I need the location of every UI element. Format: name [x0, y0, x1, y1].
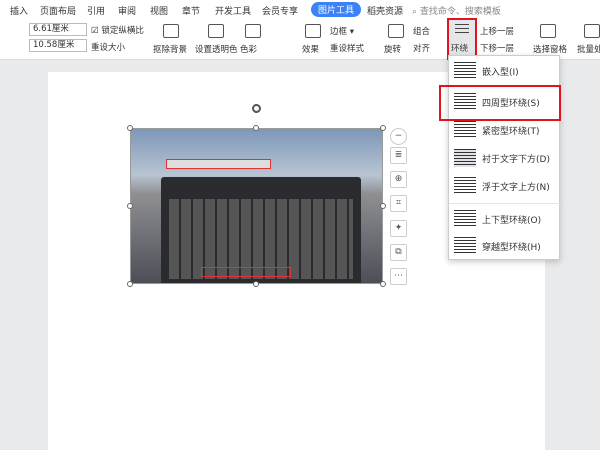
color-button[interactable]: 色彩 — [240, 43, 257, 55]
tab-insert[interactable]: 插入 — [10, 4, 28, 17]
search-box[interactable]: ⌕ 查找命令、搜索模板 — [412, 4, 501, 17]
tab-view[interactable]: 视图 — [150, 4, 168, 17]
border-label: 边框 — [330, 27, 348, 37]
menu-label: 紧密型环绕(T) — [482, 126, 540, 137]
resize-handle[interactable] — [253, 281, 259, 287]
tab-docer[interactable]: 稻壳资源 — [367, 4, 403, 17]
menu-label: 浮于文字上方(N) — [482, 182, 550, 193]
resize-handle[interactable] — [380, 125, 386, 131]
rotate-icon — [388, 24, 404, 38]
menu-item-behind-text[interactable]: 衬于文字下方(D) — [449, 145, 561, 171]
wrap-through-icon — [454, 237, 476, 255]
wrap-inline-icon — [454, 62, 476, 80]
rotate-button[interactable]: 旋转 — [384, 43, 401, 55]
height-input[interactable]: 10.58厘米 — [29, 39, 87, 52]
wrap-top-bottom-icon — [454, 210, 476, 228]
selection-pane-button[interactable]: 选择窗格 — [533, 43, 567, 55]
tab-developer[interactable]: 开发工具 — [215, 4, 251, 17]
more-icon[interactable]: ⋯ — [390, 268, 407, 285]
resize-handle[interactable] — [127, 281, 133, 287]
reset-size-button[interactable]: 重设大小 — [91, 41, 125, 53]
effects-button[interactable]: 效果 — [302, 43, 319, 55]
menu-item-in-front[interactable]: 浮于文字上方(N) — [449, 173, 561, 199]
transparent-icon — [208, 24, 224, 38]
lock-ratio-label: 锁定纵横比 — [101, 26, 144, 36]
selected-image[interactable] — [130, 128, 383, 284]
menu-label: 上下型环绕(O) — [482, 215, 542, 226]
tab-member[interactable]: 会员专享 — [262, 4, 298, 17]
collapse-icon[interactable]: − — [390, 128, 407, 145]
menu-item-through[interactable]: 穿越型环绕(H) — [449, 233, 561, 259]
set-transparent-button[interactable]: 设置透明色 — [195, 43, 238, 55]
resize-handle[interactable] — [127, 125, 133, 131]
align-button[interactable]: 对齐 — [413, 42, 430, 54]
zoom-icon[interactable]: ⊕ — [390, 171, 407, 188]
reset-size-label: 重设大小 — [91, 43, 126, 53]
resize-handle[interactable] — [253, 125, 259, 131]
replace-icon[interactable]: ⧉ — [390, 244, 407, 261]
menu-item-top-bottom[interactable]: 上下型环绕(O) — [449, 206, 561, 232]
reset-style-button[interactable]: 重设样式 — [330, 42, 364, 54]
tab-picture-tools[interactable]: 图片工具 — [311, 2, 362, 17]
ribbon: 6.61厘米 10.58厘米 ☑ 锁定纵横比 重设大小 抠除背景 设置透明色 色… — [0, 18, 600, 60]
menu-item-inline[interactable]: 嵌入型(I) — [449, 58, 561, 84]
square-wrap-highlight — [439, 85, 561, 121]
tab-review[interactable]: 审阅 — [118, 4, 136, 17]
resize-handle[interactable] — [127, 203, 133, 209]
bring-forward-button[interactable]: 上移一层 — [480, 25, 514, 37]
tab-bar: 插入 页面布局 引用 审阅 视图 章节 开发工具 会员专享 图片工具 稻壳资源 … — [0, 0, 600, 18]
effects-icon — [305, 24, 321, 38]
selection-pane-icon — [540, 24, 556, 38]
lock-ratio-checkbox[interactable]: ☑ 锁定纵横比 — [91, 24, 144, 36]
tab-chapter[interactable]: 章节 — [182, 4, 200, 17]
rotate-handle[interactable] — [252, 104, 261, 113]
remove-bg-icon — [163, 24, 179, 38]
resize-handle[interactable] — [380, 203, 386, 209]
group-button[interactable]: 组合 — [413, 25, 430, 37]
remove-bg-button[interactable]: 抠除背景 — [153, 43, 187, 55]
photo-search-bar — [166, 159, 271, 169]
menu-label: 衬于文字下方(D) — [482, 154, 550, 165]
width-input[interactable]: 6.61厘米 — [29, 23, 87, 36]
search-icon: ⌕ — [412, 7, 420, 17]
resize-handle[interactable] — [380, 281, 386, 287]
tab-layout[interactable]: 页面布局 — [40, 4, 76, 17]
send-backward-button[interactable]: 下移一层 — [480, 42, 514, 54]
menu-label: 嵌入型(I) — [482, 67, 519, 78]
menu-label: 穿越型环绕(H) — [482, 242, 541, 253]
crop-icon[interactable]: ⌗ — [390, 195, 407, 212]
color-icon — [245, 24, 261, 38]
wrap-highlight — [447, 18, 477, 60]
batch-icon — [584, 24, 600, 38]
wrap-front-icon — [454, 177, 476, 195]
wrap-tight-icon — [454, 121, 476, 139]
photo-highlight — [201, 267, 291, 277]
idea-icon[interactable]: ✦ — [390, 220, 407, 237]
batch-button[interactable]: 批量处 — [577, 43, 600, 55]
layout-options-icon[interactable]: ≣ — [390, 147, 407, 164]
wrap-behind-icon — [454, 149, 476, 167]
search-placeholder: 查找命令、搜索模板 — [419, 7, 501, 17]
border-button[interactable]: 边框 ▾ — [330, 25, 354, 37]
tab-references[interactable]: 引用 — [87, 4, 105, 17]
